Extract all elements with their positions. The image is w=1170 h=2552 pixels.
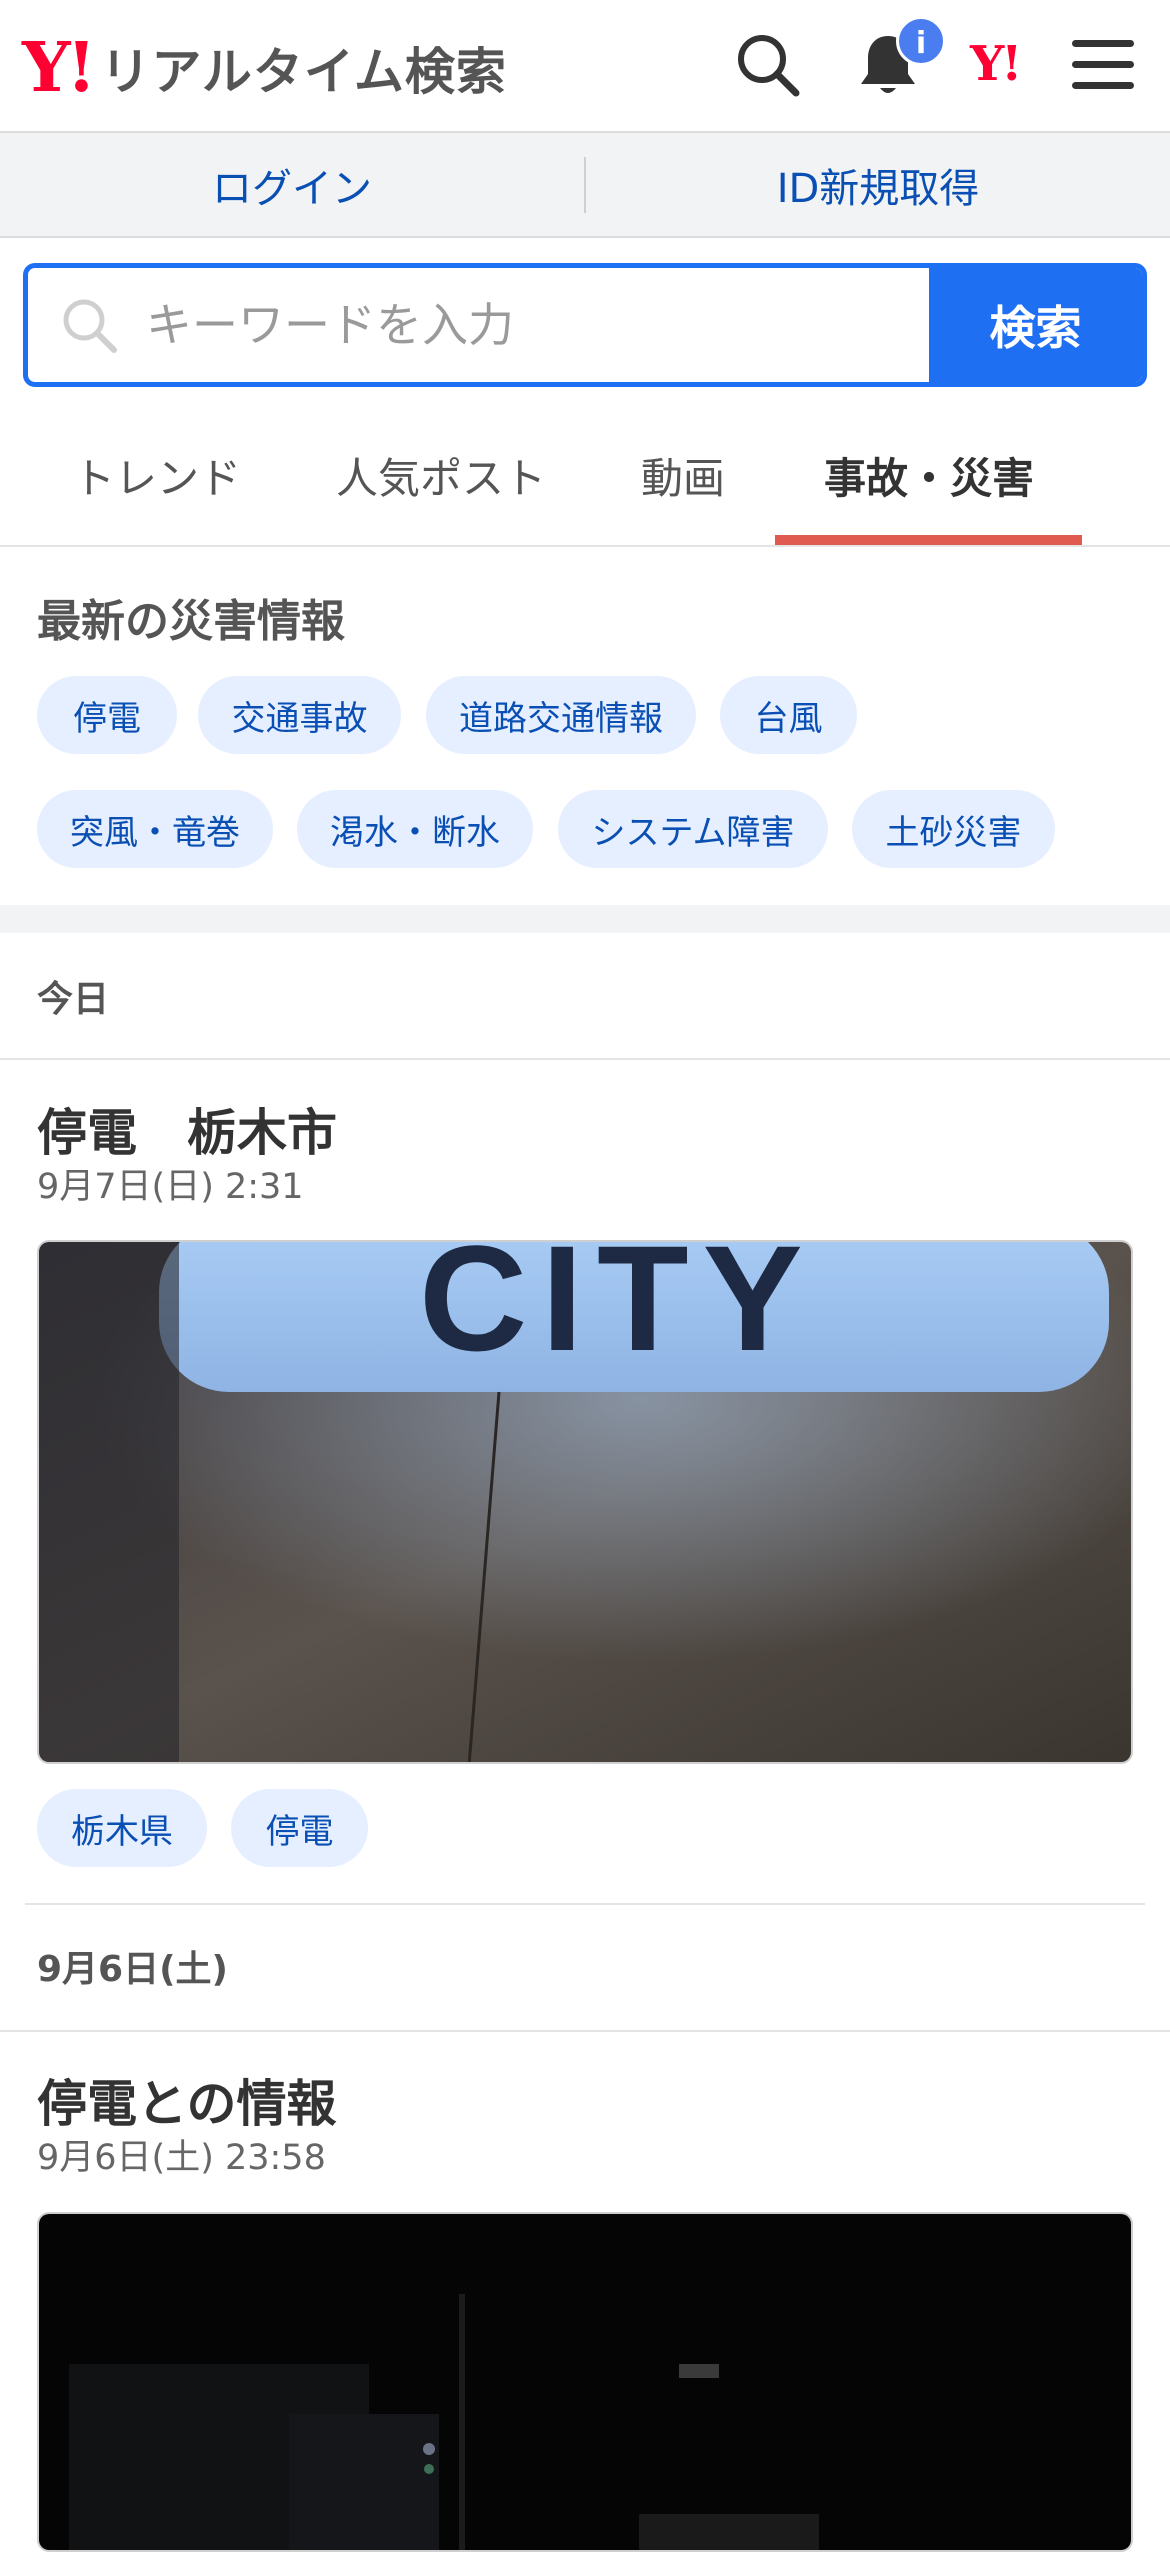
chip-typhoon[interactable]: 台風 [720,676,857,754]
tab-popular-posts[interactable]: 人気ポスト [336,445,546,506]
divider [0,1058,1170,1060]
tab-trend[interactable]: トレンド [73,445,241,506]
date-header-sep6: 9月6日(土) [37,1949,229,1990]
post-photo [39,2214,1131,2550]
notification-badge: i [896,16,946,66]
active-tab-indicator [775,535,1082,545]
search-icon[interactable] [735,32,801,98]
post-title[interactable]: 停電 栃木市 [37,1093,337,1165]
disaster-section-title: 最新の災害情報 [37,596,345,647]
post-image[interactable]: CITY [37,1240,1133,1764]
post-image[interactable] [37,2212,1133,2552]
tab-accident-disaster[interactable]: 事故・災害 [824,445,1034,506]
yahoo-home-icon[interactable]: Y! [970,36,1022,92]
divider [0,2030,1170,2032]
search-form: 検索 [23,263,1147,387]
date-header-today: 今日 [37,979,110,1020]
tab-video[interactable]: 動画 [641,445,725,506]
search-button[interactable]: 検索 [929,268,1142,382]
hamburger-menu-icon[interactable] [1072,38,1134,92]
chip-gust-tornado[interactable]: 突風・竜巻 [37,790,273,868]
app-header: Y! リアルタイム検索 i Y! [0,0,1170,133]
chip-system-failure[interactable]: システム障害 [558,790,828,868]
divider [25,1903,1145,1905]
login-bar: ログイン ID新規取得 [0,133,1170,238]
search-icon [63,299,117,353]
logo-title: リアルタイム検索 [100,43,507,101]
post-timestamp: 9月6日(土) 23:58 [37,2138,326,2178]
post-timestamp: 9月7日(日) 2:31 [37,1167,304,1207]
section-separator-band [0,905,1170,933]
chip-road-traffic-info[interactable]: 道路交通情報 [426,676,696,754]
image-sign-text: CITY [419,1240,817,1382]
register-link[interactable]: ID新規取得 [586,156,1170,214]
yahoo-logo-mark: Y! [22,28,96,108]
tag-power-outage[interactable]: 停電 [231,1789,368,1867]
logo[interactable]: Y! リアルタイム検索 [22,28,507,108]
chip-water-outage[interactable]: 渇水・断水 [297,790,533,868]
search-input[interactable] [144,297,844,353]
login-link[interactable]: ログイン [0,156,584,214]
chip-landslide[interactable]: 土砂災害 [852,790,1055,868]
chip-power-outage[interactable]: 停電 [37,676,177,754]
search-field [28,268,929,382]
chip-traffic-accident[interactable]: 交通事故 [198,676,401,754]
post-title[interactable]: 停電との情報 [37,2064,337,2136]
category-tabs: トレンド 人気ポスト 動画 事故・災害 [0,405,1170,547]
tag-tochigi[interactable]: 栃木県 [37,1789,207,1867]
